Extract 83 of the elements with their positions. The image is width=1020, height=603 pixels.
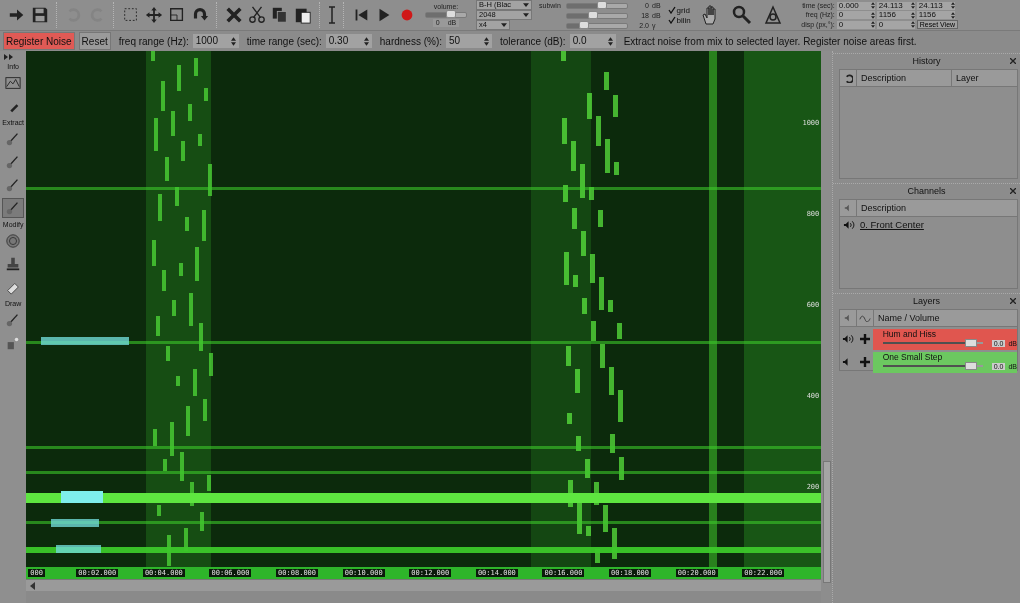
spinner-arrows-icon	[910, 21, 915, 28]
speaker-icon	[844, 204, 852, 212]
noise-button[interactable]: Register Noise	[3, 32, 75, 50]
volume-slider[interactable]	[425, 12, 467, 18]
spinner-arrows-icon	[484, 36, 490, 46]
plus-icon[interactable]	[859, 357, 870, 367]
delete-icon	[225, 6, 243, 24]
wave-icon	[859, 314, 871, 322]
column-header: Name / Volume	[877, 313, 940, 323]
spin-field[interactable]: 24.113	[876, 1, 915, 10]
spinner-arrows-icon	[870, 2, 875, 9]
spinner-arrows-icon	[230, 36, 236, 46]
undo-history-icon	[843, 73, 853, 83]
spin-field[interactable]: 1156	[876, 11, 915, 19]
status-message: Extract noise from mix to selected layer. Register noise areas first.	[623, 35, 917, 47]
spinner-arrows-icon	[870, 21, 875, 28]
close-icon[interactable]	[1010, 187, 1016, 194]
spinner-arrows-icon	[910, 2, 915, 9]
speaker-icon	[844, 314, 852, 322]
spin-field[interactable]: 0.30	[325, 34, 372, 48]
circle-icon	[5, 233, 22, 249]
plus-icon[interactable]	[859, 334, 870, 344]
panel-title: Layers	[913, 295, 940, 306]
close-icon[interactable]	[1010, 57, 1016, 64]
slider[interactable]	[566, 22, 628, 29]
cursor-button[interactable]	[328, 4, 336, 26]
expand-icon	[4, 54, 14, 60]
spinner-arrows-icon	[363, 36, 369, 46]
zoom-icon	[730, 4, 753, 26]
cut-icon	[248, 6, 266, 24]
column-header: Layer	[955, 73, 979, 83]
column-header: Description	[860, 203, 907, 213]
speaker-icon[interactable]	[843, 219, 856, 230]
scroll-left-icon[interactable]	[30, 582, 36, 590]
noise-button[interactable]: Reset	[78, 32, 111, 50]
checkbox[interactable]: grid	[667, 5, 691, 15]
layer-name: One Small Step	[882, 351, 944, 363]
spin-field[interactable]: 50	[446, 34, 493, 48]
param-label: time range (sec):	[246, 35, 322, 47]
horizontal-scrollbar[interactable]	[26, 579, 822, 591]
slider-thumb[interactable]	[964, 362, 977, 370]
spin-field[interactable]: 1156	[916, 11, 955, 19]
spinner-arrows-icon	[950, 11, 955, 19]
column-header: Description	[857, 70, 952, 86]
slider-thumb[interactable]	[446, 10, 456, 18]
spinner-arrows-icon	[950, 2, 955, 9]
slider-thumb[interactable]	[964, 339, 977, 347]
layer-name: Hum and Hiss	[882, 328, 938, 340]
checkbox[interactable]: bilin	[667, 15, 691, 25]
channel-name[interactable]: 0. Front Center	[860, 219, 924, 230]
spinner-arrows-icon	[910, 11, 915, 19]
vertical-scrollbar[interactable]	[823, 461, 832, 583]
param-label: hardness (%):	[379, 35, 443, 47]
graph-icon	[5, 75, 22, 91]
spin-field[interactable]: 0	[836, 20, 875, 29]
tool-button[interactable]	[2, 198, 25, 218]
spin-field[interactable]: 0	[876, 20, 915, 29]
param-label: tolerance (dB):	[500, 35, 566, 47]
save-icon	[31, 6, 49, 24]
spin-field[interactable]: 0.0	[569, 34, 616, 48]
panel-title: Channels	[907, 185, 946, 196]
stamp-icon	[5, 256, 22, 272]
spin-field[interactable]: 24.113	[916, 1, 955, 10]
spinner-arrows-icon	[870, 11, 875, 19]
move-icon	[145, 6, 163, 24]
spin-field[interactable]: 1000	[192, 34, 239, 48]
slider[interactable]	[566, 2, 628, 9]
close-icon[interactable]	[1010, 297, 1016, 304]
param-label: freq range (Hz):	[118, 35, 189, 47]
panel-title: History	[912, 55, 941, 66]
cursor-icon	[328, 6, 336, 24]
paste-icon	[294, 6, 312, 24]
copy-icon	[271, 6, 289, 24]
crop-icon	[168, 6, 186, 24]
caret-icon	[501, 23, 507, 27]
spin-field[interactable]: 0	[836, 11, 875, 19]
zoom-button[interactable]	[730, 4, 753, 26]
slider[interactable]	[566, 12, 628, 19]
cut-button[interactable]	[248, 4, 266, 26]
spinner-arrows-icon	[607, 36, 613, 46]
spin-field[interactable]: 0.000	[836, 1, 875, 10]
select-icon	[122, 6, 140, 24]
speaker-icon[interactable]	[841, 334, 855, 344]
